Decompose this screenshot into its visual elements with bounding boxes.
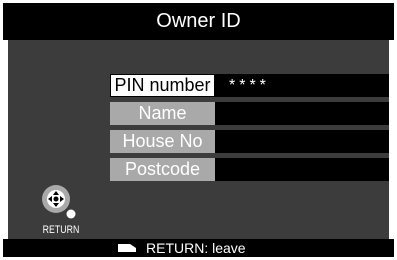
house-no-row[interactable]: House No — [110, 130, 389, 153]
footer-bar: RETURN: leave — [3, 239, 394, 257]
footer-hint: RETURN: leave — [118, 239, 246, 257]
postcode-field[interactable] — [215, 158, 389, 181]
name-field[interactable] — [215, 102, 389, 125]
house-no-field[interactable] — [215, 130, 389, 153]
pin-number-row[interactable]: PIN number **** — [110, 74, 389, 97]
return-key-icon — [118, 244, 136, 252]
pin-number-label[interactable]: PIN number — [110, 74, 215, 97]
postcode-label[interactable]: Postcode — [110, 158, 215, 181]
return-caption: RETURN — [42, 224, 80, 236]
name-label[interactable]: Name — [110, 102, 215, 125]
postcode-row[interactable]: Postcode — [110, 158, 389, 181]
footer-hint-text: RETURN: leave — [146, 240, 246, 256]
dpad-navigation-icon — [41, 184, 79, 222]
house-no-label[interactable]: House No — [110, 130, 215, 153]
name-row[interactable]: Name — [110, 102, 389, 125]
owner-id-screen: Owner ID PIN number **** Name House No P… — [3, 3, 394, 257]
pin-number-field[interactable]: **** — [215, 74, 389, 97]
page-title: Owner ID — [3, 3, 394, 40]
